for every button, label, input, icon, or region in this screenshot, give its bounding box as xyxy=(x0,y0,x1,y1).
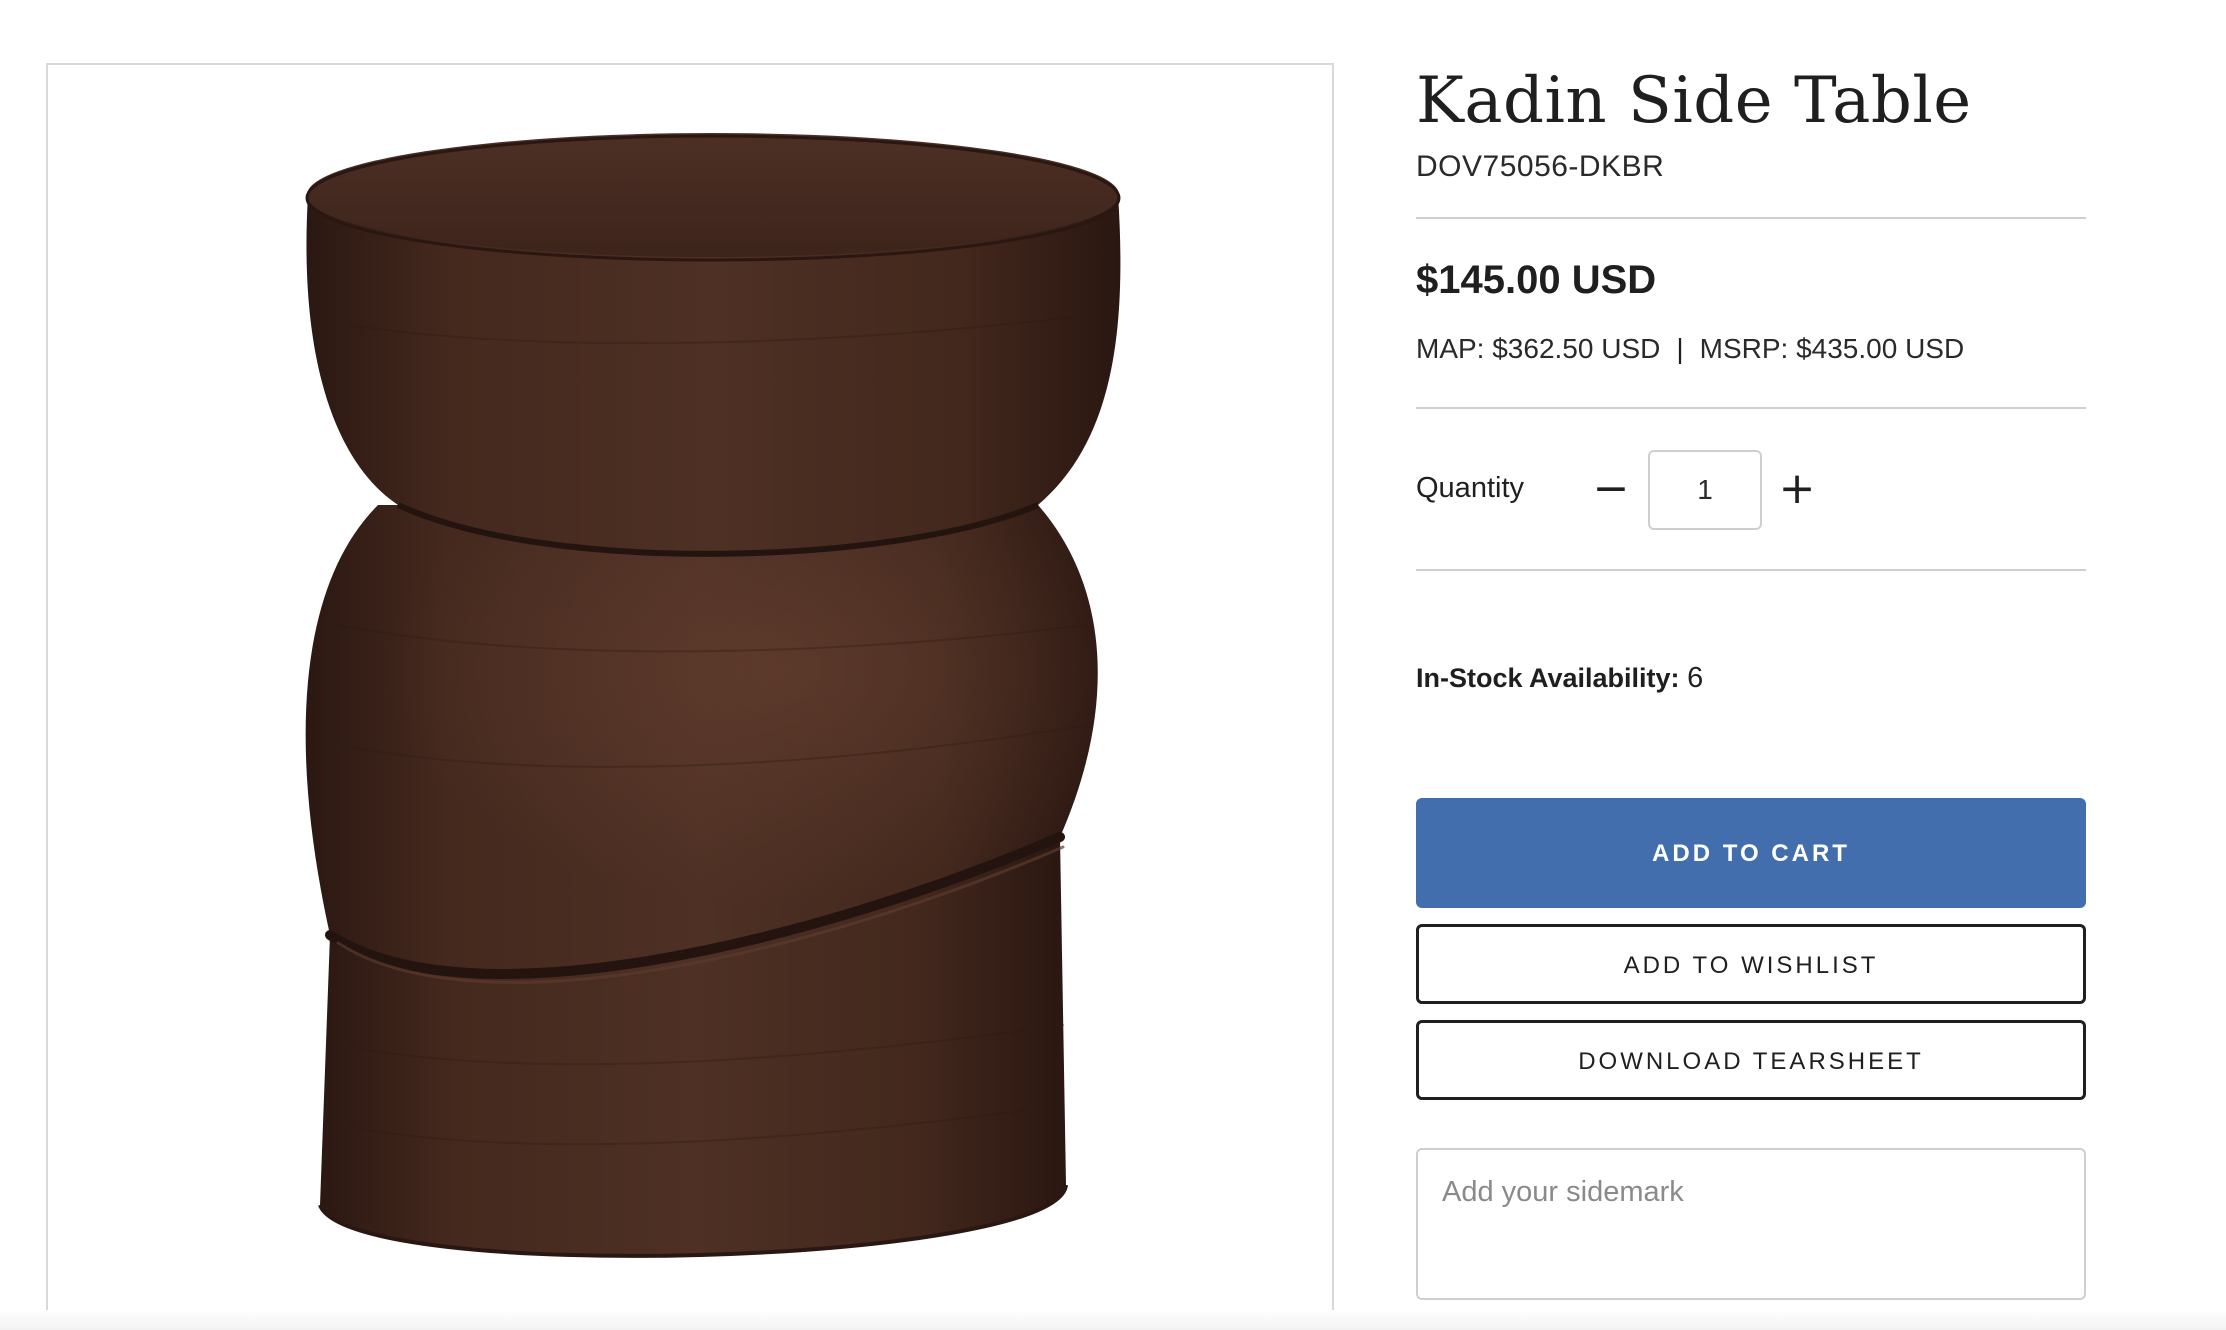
product-price: $145.00 USD xyxy=(1416,258,1657,302)
quantity-decrement-button[interactable]: − xyxy=(1586,458,1636,520)
product-image xyxy=(305,133,1121,1258)
map-price: MAP: $362.50 USD xyxy=(1416,333,1661,364)
stock-label: In-Stock Availability: xyxy=(1416,663,1680,693)
product-title: Kadin Side Table xyxy=(1416,64,1972,138)
divider xyxy=(1416,407,2086,409)
quantity-increment-button[interactable]: + xyxy=(1772,458,1822,520)
sidemark-input[interactable] xyxy=(1416,1148,2086,1300)
product-sku: DOV75056-DKBR xyxy=(1416,150,1665,183)
quantity-input[interactable] xyxy=(1648,450,1762,530)
page-bottom-fade xyxy=(0,1310,2226,1330)
quantity-label: Quantity xyxy=(1416,472,1524,504)
price-separator: | xyxy=(1676,333,1684,364)
divider xyxy=(1416,217,2086,219)
msrp-price: MSRP: $435.00 USD xyxy=(1699,333,1965,364)
stock-count: 6 xyxy=(1687,662,1704,694)
add-to-wishlist-button[interactable]: ADD TO WISHLIST xyxy=(1416,924,2086,1004)
divider xyxy=(1416,569,2086,571)
product-image-frame[interactable] xyxy=(46,63,1334,1330)
map-msrp-line: MAP: $362.50 USD | MSRP: $435.00 USD xyxy=(1416,333,1964,365)
product-page: Kadin Side Table DOV75056-DKBR $145.00 U… xyxy=(0,0,2226,1330)
stock-availability: In-Stock Availability: 6 xyxy=(1416,662,1703,695)
add-to-cart-button[interactable]: ADD TO CART xyxy=(1416,798,2086,908)
download-tearsheet-button[interactable]: DOWNLOAD TEARSHEET xyxy=(1416,1020,2086,1100)
